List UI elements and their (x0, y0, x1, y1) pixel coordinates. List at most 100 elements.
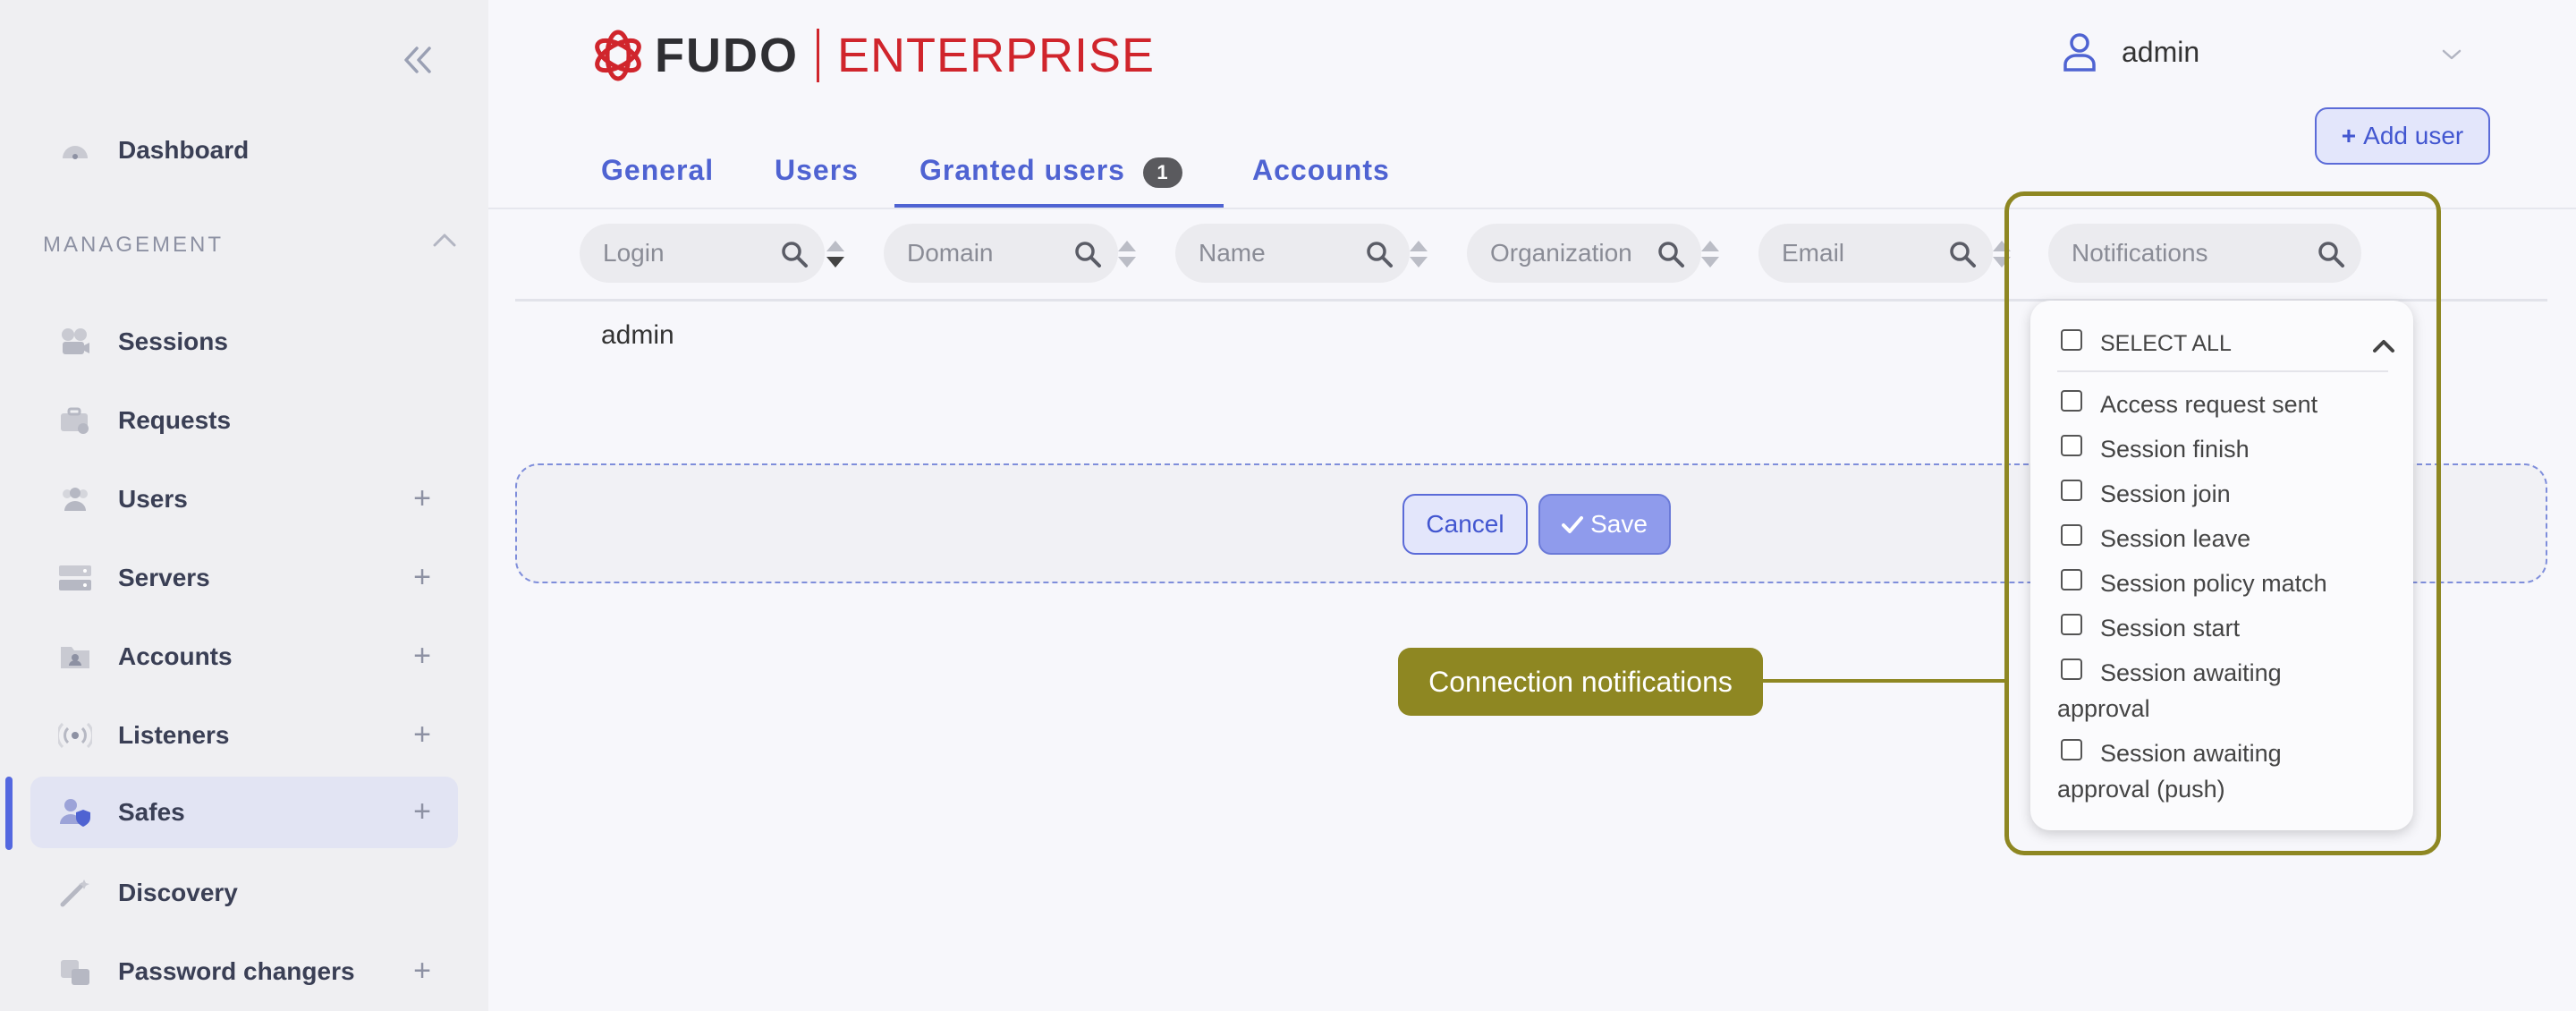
notifications-dropdown: SELECT ALL Access request sent Session f… (2030, 301, 2413, 830)
logo-separator (816, 29, 819, 82)
sort-icon[interactable] (1408, 238, 1429, 270)
sidebar-item-discovery[interactable]: Discovery (30, 857, 458, 929)
sidebar-item-label: Sessions (118, 327, 228, 355)
sidebar-item-label: Dashboard (118, 136, 250, 164)
email-filter[interactable]: Email (1758, 224, 1993, 283)
select-all-label[interactable]: SELECT ALL (2100, 326, 2232, 361)
section-label-management: MANAGEMENT (43, 233, 225, 257)
listeners-icon (57, 718, 93, 753)
active-indicator (5, 777, 13, 850)
user-name: admin (2122, 35, 2200, 68)
checkbox[interactable] (2061, 480, 2082, 501)
select-all-checkbox[interactable] (2061, 329, 2082, 351)
login-filter[interactable]: Login (580, 224, 825, 283)
collapse-sidebar-icon[interactable] (399, 41, 436, 79)
sidebar-item-label: Listeners (118, 721, 230, 749)
option-label[interactable]: Session awaiting approval (2057, 655, 2326, 726)
sidebar-item-label: Password changers (118, 957, 355, 985)
sidebar-item-label: Users (118, 485, 188, 513)
table-row: admin (601, 320, 674, 350)
safes-icon (57, 794, 93, 830)
save-button[interactable]: Save (1538, 494, 1671, 555)
sort-icon[interactable] (825, 238, 846, 270)
add-safe-plus-icon[interactable]: + (413, 796, 431, 827)
add-user-button[interactable]: + Add user (2315, 107, 2490, 165)
servers-icon (57, 560, 93, 596)
option-label[interactable]: Session leave (2100, 521, 2250, 556)
search-icon[interactable] (1365, 240, 1394, 268)
users-icon (57, 481, 93, 517)
sort-icon[interactable] (1116, 238, 1138, 270)
sidebar-item-users[interactable]: Users + (30, 463, 458, 535)
option-label[interactable]: Session start (2100, 610, 2240, 646)
sidebar-item-safes[interactable]: Safes + (30, 777, 458, 848)
add-password-changer-plus-icon[interactable]: + (413, 956, 431, 986)
filter-placeholder: Domain (907, 239, 994, 267)
add-account-plus-icon[interactable]: + (413, 641, 431, 671)
tab-accounts[interactable]: Accounts (1252, 154, 1390, 187)
sidebar-item-label: Discovery (118, 879, 238, 906)
sidebar-item-requests[interactable]: Requests (30, 385, 458, 456)
cancel-button[interactable]: Cancel (1402, 494, 1528, 555)
sidebar-item-password-changers[interactable]: Password changers + (30, 936, 458, 1007)
sidebar-item-label: Requests (118, 406, 232, 434)
dropdown-divider (2057, 370, 2388, 372)
add-server-plus-icon[interactable]: + (413, 562, 431, 592)
search-icon[interactable] (1948, 240, 1977, 268)
name-filter[interactable]: Name (1175, 224, 1410, 283)
option-label[interactable]: Session join (2100, 476, 2231, 512)
chevron-down-icon[interactable] (2440, 47, 2463, 63)
checkbox[interactable] (2061, 614, 2082, 635)
count-badge: 1 (1142, 157, 1182, 188)
sidebar-item-label: Servers (118, 564, 210, 591)
tab-granted-users[interactable]: Granted users 1 (919, 154, 1182, 188)
sidebar-item-dashboard[interactable]: Dashboard (30, 115, 458, 186)
search-icon[interactable] (1657, 240, 1685, 268)
discovery-icon (57, 875, 93, 911)
sort-icon[interactable] (1699, 238, 1721, 270)
tab-label: Granted users (919, 154, 1125, 186)
dashboard-icon (57, 132, 93, 168)
sidebar-item-label: Accounts (118, 642, 233, 670)
tab-general[interactable]: General (601, 154, 714, 187)
search-icon[interactable] (1073, 240, 1102, 268)
option-label[interactable]: Session policy match (2100, 565, 2327, 601)
add-user-label: Add user (2363, 122, 2464, 149)
save-label: Save (1590, 510, 1648, 538)
sessions-icon (57, 324, 93, 360)
fudo-logo: FUDO ENTERPRISE (590, 25, 1155, 86)
organization-filter[interactable]: Organization (1467, 224, 1701, 283)
option-label[interactable]: Session finish (2100, 431, 2250, 467)
add-listener-plus-icon[interactable]: + (413, 719, 431, 750)
chevron-up-icon[interactable] (2370, 336, 2397, 354)
requests-icon (57, 403, 93, 438)
domain-filter[interactable]: Domain (884, 224, 1118, 283)
chevron-up-icon[interactable] (431, 231, 458, 249)
sidebar-item-label: Safes (118, 798, 185, 826)
callout-connector (1763, 679, 2006, 683)
accounts-icon (57, 639, 93, 675)
checkbox[interactable] (2061, 390, 2082, 412)
sidebar-item-servers[interactable]: Servers + (30, 542, 458, 614)
callout-label: Connection notifications (1398, 648, 1763, 716)
user-icon (2063, 33, 2096, 72)
sidebar-item-sessions[interactable]: Sessions (30, 306, 458, 378)
checkbox[interactable] (2061, 569, 2082, 590)
option-label[interactable]: Session awaiting approval (push) (2057, 735, 2326, 807)
add-user-plus-icon[interactable]: + (413, 483, 431, 514)
password-changers-icon (57, 954, 93, 990)
logo-text: FUDO (655, 29, 799, 82)
plus-icon: + (2341, 122, 2357, 149)
option-label[interactable]: Access request sent (2100, 387, 2318, 422)
user-menu[interactable]: admin (2063, 32, 2199, 72)
checkbox[interactable] (2061, 435, 2082, 456)
sidebar-item-accounts[interactable]: Accounts + (30, 621, 458, 692)
checkbox[interactable] (2061, 524, 2082, 546)
sidebar-item-listeners[interactable]: Listeners + (30, 700, 458, 771)
filter-placeholder: Organization (1490, 239, 1632, 267)
tab-users[interactable]: Users (775, 154, 859, 187)
fudo-logo-icon (595, 30, 641, 81)
search-icon[interactable] (780, 240, 809, 268)
sidebar: Dashboard MANAGEMENT Sessions Requests U… (0, 0, 488, 1011)
logo-subtext: ENTERPRISE (836, 29, 1156, 82)
